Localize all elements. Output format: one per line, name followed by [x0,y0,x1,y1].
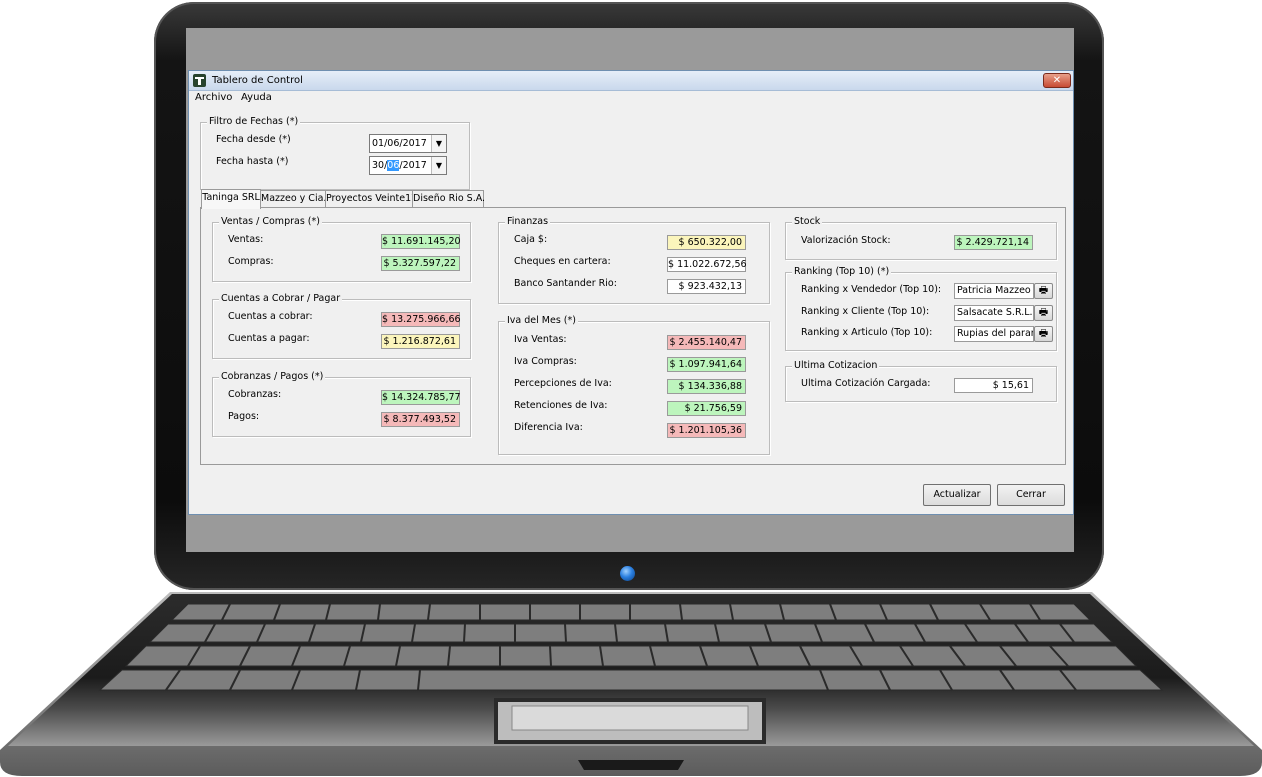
cuentas-pagar-label: Cuentas a pagar: [228,333,310,344]
menu-bar: Archivo Ayuda [189,91,1073,105]
iva-compras-label: Iva Compras: [514,356,577,367]
cheques-value: $ 11.022.672,56 [667,257,747,272]
caja-label: Caja $: [514,234,548,245]
iva-ventas-label: Iva Ventas: [514,334,567,345]
date-filter-title: Filtro de Fechas (*) [207,116,301,127]
cotizacion-group: Ultima Cotizacion Ultima Cotización Carg… [785,360,1057,402]
retenciones-label: Retenciones de Iva: [514,400,608,411]
pagos-label: Pagos: [228,411,260,422]
banco-label: Banco Santander Rio: [514,278,617,289]
ranking-title: Ranking (Top 10) (*) [792,266,892,277]
date-filter-group: Filtro de Fechas (*) Fecha desde (*) 01/… [200,116,470,190]
chevron-down-icon[interactable]: ▼ [431,135,446,152]
cuentas-group: Cuentas a Cobrar / Pagar Cuentas a cobra… [212,293,471,359]
compras-value: $ 5.327.597,22 [381,256,460,271]
printer-icon[interactable]: 🖶 [1034,326,1053,342]
fecha-desde-picker[interactable]: 01/06/2017 ▼ [369,134,447,153]
printer-icon[interactable]: 🖶 [1034,305,1053,321]
pagos-value: $ 8.377.493,52 [381,412,460,427]
tab-diseno-rio-sa[interactable]: Diseño Rio S.A. [412,190,485,207]
fecha-hasta-year: /2017 [399,160,427,171]
valorizacion-value: $ 2.429.721,14 [954,235,1033,250]
iva-group: Iva del Mes (*) Iva Ventas: $ 2.455.140,… [498,315,770,455]
laptop-base [0,592,1262,776]
cuentas-title: Cuentas a Cobrar / Pagar [219,293,343,304]
fecha-hasta-picker[interactable]: 30/06/2017 ▼ [369,156,447,175]
ventas-compras-group: Ventas / Compras (*) Ventas: $ 11.691.14… [212,216,471,282]
cheques-label: Cheques en cartera: [514,256,611,267]
finanzas-group: Finanzas Caja $: $ 650.322,00 Cheques en… [498,216,770,304]
window-title: Tablero de Control [212,75,303,86]
title-bar: Tablero de Control ✕ [189,71,1073,91]
app-logo-icon [193,74,206,87]
compras-label: Compras: [228,256,274,267]
menu-ayuda[interactable]: Ayuda [241,92,272,103]
ranking-vendedor-field[interactable]: Patricia Mazzeo [954,283,1034,299]
cerrar-button[interactable]: Cerrar [997,484,1065,506]
iva-title: Iva del Mes (*) [505,315,578,326]
fecha-hasta-label: Fecha hasta (*) [216,156,289,167]
cotizacion-title: Ultima Cotizacion [792,360,880,371]
cobranzas-value: $ 14.324.785,77 [381,390,461,405]
caja-value: $ 650.322,00 [667,235,746,250]
stock-title: Stock [792,216,823,227]
cobranzas-label: Cobranzas: [228,389,282,400]
valorizacion-label: Valorización Stock: [801,235,891,246]
percepciones-value: $ 134.336,88 [667,379,746,394]
finanzas-title: Finanzas [505,216,551,227]
iva-ventas-value: $ 2.455.140,47 [667,335,746,350]
ventas-label: Ventas: [228,234,264,245]
cuentas-pagar-value: $ 1.216.872,61 [381,334,460,349]
ranking-cliente-label: Ranking x Cliente (Top 10): [801,306,930,317]
retenciones-value: $ 21.756,59 [667,401,746,416]
dashboard-window: Tablero de Control ✕ Archivo Ayuda Filtr… [188,70,1074,515]
fecha-hasta-month-selected: 06 [387,160,400,171]
actualizar-button[interactable]: Actualizar [923,484,991,506]
webcam-led [620,566,635,581]
chevron-down-icon[interactable]: ▼ [431,157,446,174]
ventas-value: $ 11.691.145,20 [381,234,461,249]
cobranzas-pagos-group: Cobranzas / Pagos (*) Cobranzas: $ 14.32… [212,371,471,437]
ranking-cliente-field[interactable]: Salsacate S.R.L. [954,305,1034,321]
banco-value: $ 923.432,13 [667,279,746,294]
tab-proyectos-veinte17[interactable]: Proyectos Veinte17 [325,190,417,207]
close-button[interactable]: ✕ [1043,73,1071,88]
diferencia-value: $ 1.201.105,36 [667,423,746,438]
ventas-compras-title: Ventas / Compras (*) [219,216,322,227]
stock-group: Stock Valorización Stock: $ 2.429.721,14 [785,216,1057,260]
cotizacion-label: Ultima Cotización Cargada: [801,378,931,389]
tab-mazzeo-y-cia[interactable]: Mazzeo y Cia. [260,190,326,207]
ranking-vendedor-label: Ranking x Vendedor (Top 10): [801,284,942,295]
ranking-articulo-label: Ranking x Articulo (Top 10): [801,327,933,338]
diferencia-label: Diferencia Iva: [514,422,583,433]
fecha-desde-value: 01/06/2017 [372,138,427,149]
tab-panel: Ventas / Compras (*) Ventas: $ 11.691.14… [200,207,1066,465]
fecha-desde-label: Fecha desde (*) [216,134,291,145]
iva-compras-value: $ 1.097.941,64 [667,357,746,372]
cobranzas-pagos-title: Cobranzas / Pagos (*) [219,371,326,382]
cuentas-cobrar-value: $ 13.275.966,66 [381,312,461,327]
cotizacion-value: $ 15,61 [954,378,1033,393]
ranking-group: Ranking (Top 10) (*) Ranking x Vendedor … [785,266,1057,351]
fecha-hasta-day: 30/ [372,160,388,171]
printer-icon[interactable]: 🖶 [1034,283,1053,299]
cuentas-cobrar-label: Cuentas a cobrar: [228,311,313,322]
percepciones-label: Percepciones de Iva: [514,378,612,389]
menu-archivo[interactable]: Archivo [195,92,232,103]
ranking-articulo-field[interactable]: Rupias del paranac [954,326,1034,342]
tab-taninga-srl[interactable]: Taninga SRL [201,189,261,209]
